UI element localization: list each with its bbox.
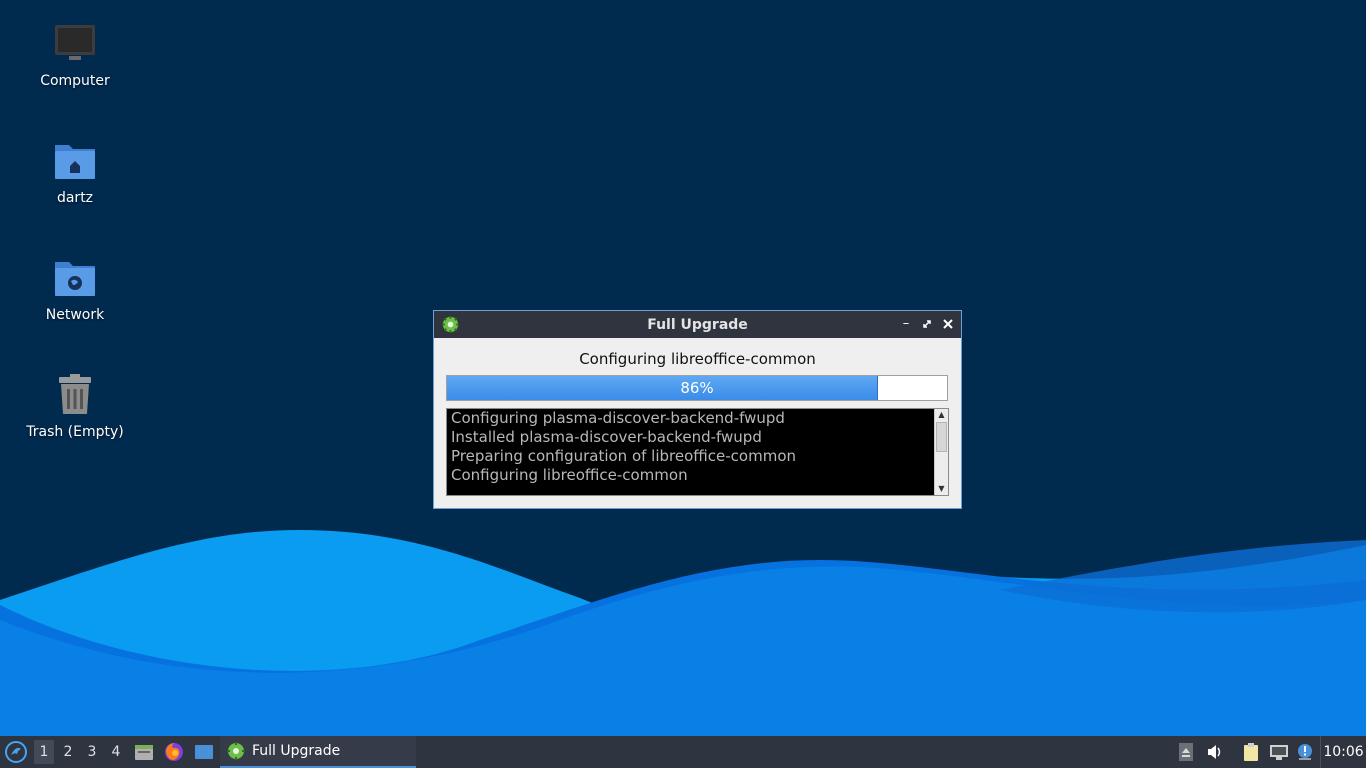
desktop-icon-label: Computer <box>40 73 110 89</box>
taskbar: 1 2 3 4 Full Upgrade 10:06 <box>0 736 1366 768</box>
status-text: Configuring libreoffice-common <box>579 350 816 368</box>
scroll-thumb[interactable] <box>936 422 947 452</box>
trash-icon <box>59 374 91 414</box>
network-folder-icon <box>55 262 95 296</box>
show-desktop-button[interactable] <box>192 736 216 768</box>
progress-bar: 86% <box>446 375 948 401</box>
gear-icon <box>441 315 460 334</box>
scroll-up-icon[interactable]: ▲ <box>935 409 948 421</box>
desktop-switch-2[interactable]: 2 <box>58 740 78 764</box>
log-line: Installed plasma-discover-backend-fwupd <box>451 428 762 446</box>
firefox-icon <box>165 743 183 761</box>
clipboard-icon <box>1244 743 1258 761</box>
volume-icon <box>1208 745 1221 759</box>
dialog-body: Configuring libreoffice-common 86% Confi… <box>434 349 961 496</box>
maximize-button[interactable] <box>918 315 936 333</box>
desktop-icon-computer[interactable]: Computer <box>20 22 130 90</box>
clock[interactable]: 10:06 <box>1320 736 1366 768</box>
computer-icon <box>55 25 95 60</box>
network-wired-icon <box>1270 745 1288 760</box>
file-manager-launcher[interactable] <box>132 736 156 768</box>
desktop-icon-network[interactable]: Network <box>20 256 130 324</box>
scroll-down-icon[interactable]: ▼ <box>935 483 948 495</box>
close-icon <box>943 319 953 329</box>
desktop-switch-1[interactable]: 1 <box>34 740 54 764</box>
update-notification-icon <box>1298 744 1312 760</box>
desktop-icon-label: Network <box>45 307 105 323</box>
desktop-icon-trash[interactable]: Trash (Empty) <box>20 373 130 441</box>
log-scrollbar[interactable]: ▲ ▼ <box>934 409 948 495</box>
maximize-icon <box>923 320 931 328</box>
full-upgrade-dialog: Full Upgrade – Configuring libreoffice-c… <box>433 310 962 509</box>
minimize-button[interactable]: – <box>897 315 915 333</box>
log-output[interactable]: Configuring plasma-discover-backend-fwup… <box>446 408 949 496</box>
gear-icon <box>227 742 245 760</box>
desktop-icon <box>195 745 213 759</box>
firefox-launcher[interactable] <box>162 736 186 768</box>
desktop-icon-dartz[interactable]: dartz <box>20 139 130 207</box>
desktop-switch-3[interactable]: 3 <box>82 740 102 764</box>
progress-text: 86% <box>680 379 714 397</box>
desktop-icon-label: Trash (Empty) <box>26 424 124 440</box>
notifications-button[interactable] <box>1294 736 1316 768</box>
volume-button[interactable] <box>1204 736 1226 768</box>
dialog-title: Full Upgrade <box>647 316 748 333</box>
file-manager-icon <box>135 745 153 760</box>
desktop: Computer dartz Network Trash (Empty) Ful… <box>0 0 1366 736</box>
log-line: Configuring plasma-discover-backend-fwup… <box>451 409 785 427</box>
network-button[interactable] <box>1267 736 1291 768</box>
log-line: Preparing configuration of libreoffice-c… <box>451 447 797 465</box>
eject-button[interactable] <box>1176 736 1196 768</box>
lubuntu-logo-icon <box>5 741 27 763</box>
start-menu-button[interactable] <box>3 736 29 768</box>
close-button[interactable] <box>939 315 957 333</box>
minimize-icon: – <box>902 316 910 331</box>
task-label: Full Upgrade <box>252 743 341 759</box>
dialog-titlebar[interactable]: Full Upgrade – <box>434 311 961 338</box>
task-full-upgrade[interactable]: Full Upgrade <box>220 736 416 768</box>
clipboard-button[interactable] <box>1240 736 1262 768</box>
home-folder-icon <box>55 145 95 179</box>
log-lines: Configuring plasma-discover-backend-fwup… <box>451 409 932 485</box>
log-line: Configuring libreoffice-common <box>451 466 688 484</box>
desktop-icon-label: dartz <box>56 190 94 206</box>
desktop-switch-4[interactable]: 4 <box>106 740 126 764</box>
eject-icon <box>1179 743 1193 761</box>
